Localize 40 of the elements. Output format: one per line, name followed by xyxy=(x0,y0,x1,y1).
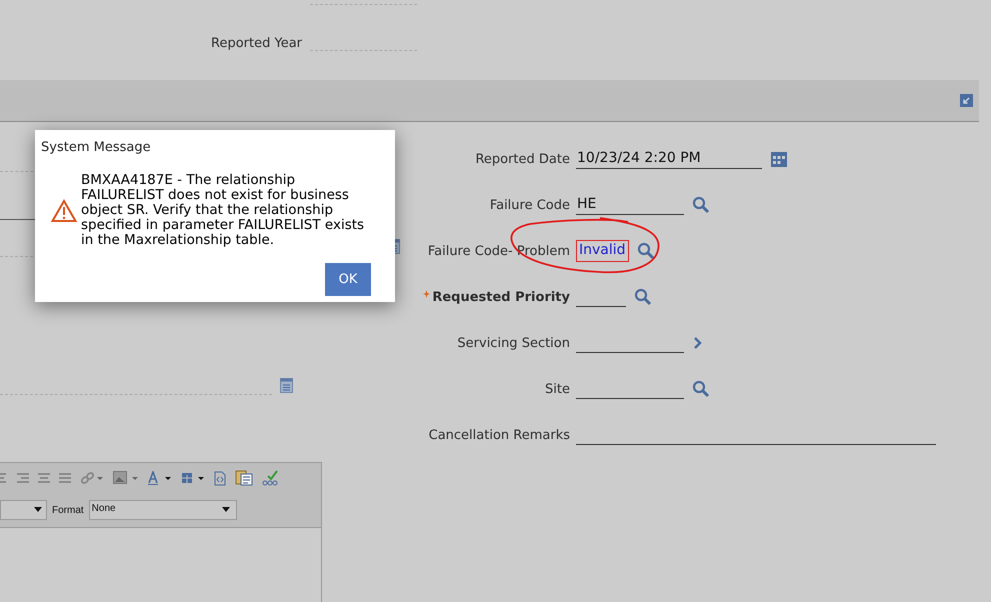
search-icon[interactable] xyxy=(636,242,655,260)
field-label: Failure Code xyxy=(488,198,571,212)
chevron-right-icon[interactable] xyxy=(692,336,704,350)
align-left-icon[interactable] xyxy=(0,472,8,484)
spellcheck-icon[interactable] xyxy=(262,470,278,486)
error-message: BMXAA4187E - The relationship FAILURELIST does not exist for business object SR. Verify that the relationship specified in parameter FAILURELIST exists in the Maxrelationship table. xyxy=(81,173,366,248)
source-code-icon[interactable] xyxy=(214,470,226,486)
collapse-icon[interactable] xyxy=(960,94,973,107)
dialog-title: System Message xyxy=(41,140,152,155)
field-label: Site xyxy=(544,382,571,396)
caret-icon xyxy=(222,507,230,512)
font-dropdown[interactable] xyxy=(0,500,47,520)
format-label: Format xyxy=(52,504,84,516)
justify-icon[interactable] xyxy=(59,472,71,484)
search-icon[interactable] xyxy=(634,288,652,306)
warning-icon xyxy=(51,198,77,222)
field-label: Reported Date xyxy=(474,152,571,166)
link-icon[interactable] xyxy=(80,471,104,485)
calendar-icon[interactable] xyxy=(770,150,788,168)
align-right-icon[interactable] xyxy=(17,472,29,484)
search-icon[interactable] xyxy=(692,380,710,398)
text-color-icon[interactable] xyxy=(148,471,172,485)
paste-from-word-icon[interactable] xyxy=(235,470,253,486)
long-description-icon[interactable] xyxy=(280,378,293,392)
input-field[interactable]: HE xyxy=(576,195,684,215)
input-field[interactable]: 10/23/24 2:20 PM xyxy=(576,149,762,169)
align-center-icon[interactable] xyxy=(38,472,50,484)
field-label: Reported Year xyxy=(210,36,303,51)
input-field[interactable]: Invalid xyxy=(576,240,629,262)
field-label: Cancellation Remarks xyxy=(428,428,571,442)
format-dropdown[interactable]: None xyxy=(88,500,237,520)
caret-icon xyxy=(34,507,42,512)
field-label: Failure Code- Problem xyxy=(426,244,571,258)
field-label: Servicing Section xyxy=(456,336,571,350)
required-star-icon xyxy=(423,290,430,298)
table-icon[interactable] xyxy=(181,471,205,485)
ok-button[interactable]: OK xyxy=(325,263,371,296)
search-icon[interactable] xyxy=(692,196,710,214)
field-label: Requested Priority xyxy=(400,290,576,304)
image-icon[interactable] xyxy=(113,471,139,485)
